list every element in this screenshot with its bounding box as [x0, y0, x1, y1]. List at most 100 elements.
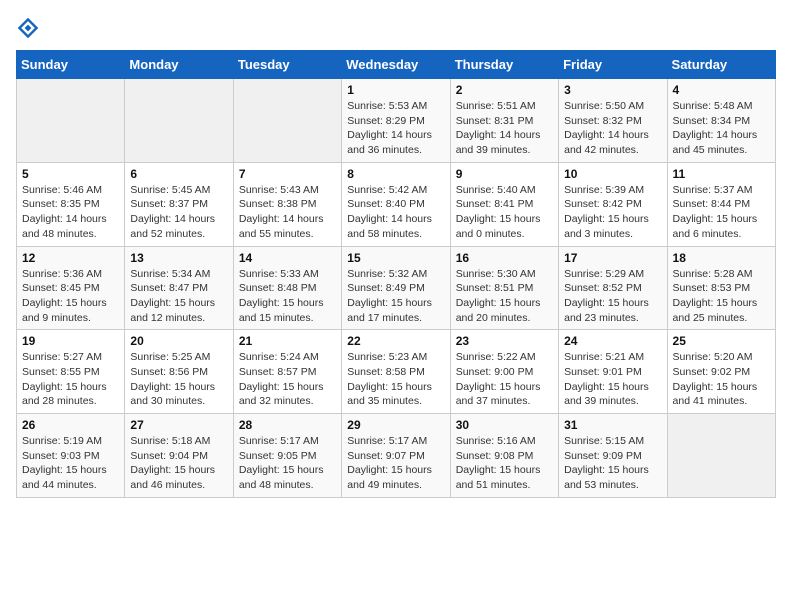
- calendar-day-cell: 12 Sunrise: 5:36 AM Sunset: 8:45 PM Dayli…: [17, 246, 125, 330]
- calendar-week-row: 26 Sunrise: 5:19 AM Sunset: 9:03 PM Dayli…: [17, 414, 776, 498]
- calendar-day-cell: 9 Sunrise: 5:40 AM Sunset: 8:41 PM Daylig…: [450, 162, 558, 246]
- calendar-week-row: 1 Sunrise: 5:53 AM Sunset: 8:29 PM Daylig…: [17, 79, 776, 163]
- calendar-day-cell: 27Sunrise: 5:18 AM Sunset: 9:04 PM Dayli…: [125, 414, 233, 498]
- day-info: Sunrise: 5:28 AM Sunset: 8:53 PM Dayligh…: [673, 267, 770, 326]
- calendar-day-cell: 14 Sunrise: 5:33 AM Sunset: 8:48 PM Dayli…: [233, 246, 341, 330]
- day-number: 2: [456, 83, 553, 97]
- day-number: 26: [22, 418, 119, 432]
- calendar-day-cell: 31Sunrise: 5:15 AM Sunset: 9:09 PM Dayli…: [559, 414, 667, 498]
- day-info: Sunrise: 5:29 AM Sunset: 8:52 PM Dayligh…: [564, 267, 661, 326]
- day-info: Sunrise: 5:30 AM Sunset: 8:51 PM Dayligh…: [456, 267, 553, 326]
- day-info: Sunrise: 5:18 AM Sunset: 9:04 PM Dayligh…: [130, 434, 227, 493]
- weekday-header: Monday: [125, 51, 233, 79]
- day-info: Sunrise: 5:39 AM Sunset: 8:42 PM Dayligh…: [564, 183, 661, 242]
- calendar-day-cell: 13 Sunrise: 5:34 AM Sunset: 8:47 PM Dayli…: [125, 246, 233, 330]
- day-info: Sunrise: 5:53 AM Sunset: 8:29 PM Dayligh…: [347, 99, 444, 158]
- day-number: 10: [564, 167, 661, 181]
- calendar-week-row: 5Sunrise: 5:46 AM Sunset: 8:35 PM Daylig…: [17, 162, 776, 246]
- calendar-day-cell: 18 Sunrise: 5:28 AM Sunset: 8:53 PM Dayli…: [667, 246, 775, 330]
- day-info: Sunrise: 5:21 AM Sunset: 9:01 PM Dayligh…: [564, 350, 661, 409]
- day-number: 7: [239, 167, 336, 181]
- calendar-table: SundayMondayTuesdayWednesdayThursdayFrid…: [16, 50, 776, 498]
- day-info: Sunrise: 5:15 AM Sunset: 9:09 PM Dayligh…: [564, 434, 661, 493]
- day-info: Sunrise: 5:36 AM Sunset: 8:45 PM Dayligh…: [22, 267, 119, 326]
- day-number: 11: [673, 167, 770, 181]
- day-number: 1: [347, 83, 444, 97]
- day-number: 12: [22, 251, 119, 265]
- day-info: Sunrise: 5:17 AM Sunset: 9:05 PM Dayligh…: [239, 434, 336, 493]
- day-info: Sunrise: 5:19 AM Sunset: 9:03 PM Dayligh…: [22, 434, 119, 493]
- day-number: 15: [347, 251, 444, 265]
- calendar-day-cell: 28 Sunrise: 5:17 AM Sunset: 9:05 PM Dayli…: [233, 414, 341, 498]
- day-number: 29: [347, 418, 444, 432]
- calendar-day-cell: 20Sunrise: 5:25 AM Sunset: 8:56 PM Dayli…: [125, 330, 233, 414]
- calendar-day-cell: 30 Sunrise: 5:16 AM Sunset: 9:08 PM Dayli…: [450, 414, 558, 498]
- day-number: 24: [564, 334, 661, 348]
- calendar-day-cell: 23 Sunrise: 5:22 AM Sunset: 9:00 PM Dayli…: [450, 330, 558, 414]
- calendar-day-cell: [17, 79, 125, 163]
- day-info: Sunrise: 5:46 AM Sunset: 8:35 PM Dayligh…: [22, 183, 119, 242]
- weekday-header: Saturday: [667, 51, 775, 79]
- day-info: Sunrise: 5:51 AM Sunset: 8:31 PM Dayligh…: [456, 99, 553, 158]
- day-info: Sunrise: 5:37 AM Sunset: 8:44 PM Dayligh…: [673, 183, 770, 242]
- day-number: 13: [130, 251, 227, 265]
- day-info: Sunrise: 5:17 AM Sunset: 9:07 PM Dayligh…: [347, 434, 444, 493]
- calendar-day-cell: 16Sunrise: 5:30 AM Sunset: 8:51 PM Dayli…: [450, 246, 558, 330]
- calendar-day-cell: 22Sunrise: 5:23 AM Sunset: 8:58 PM Dayli…: [342, 330, 450, 414]
- day-number: 8: [347, 167, 444, 181]
- logo: [16, 16, 44, 40]
- day-info: Sunrise: 5:24 AM Sunset: 8:57 PM Dayligh…: [239, 350, 336, 409]
- calendar-day-cell: 3 Sunrise: 5:50 AM Sunset: 8:32 PM Daylig…: [559, 79, 667, 163]
- calendar-day-cell: 25 Sunrise: 5:20 AM Sunset: 9:02 PM Dayli…: [667, 330, 775, 414]
- day-number: 3: [564, 83, 661, 97]
- day-number: 17: [564, 251, 661, 265]
- calendar-day-cell: 15Sunrise: 5:32 AM Sunset: 8:49 PM Dayli…: [342, 246, 450, 330]
- weekday-header: Sunday: [17, 51, 125, 79]
- day-number: 19: [22, 334, 119, 348]
- day-number: 25: [673, 334, 770, 348]
- day-info: Sunrise: 5:48 AM Sunset: 8:34 PM Dayligh…: [673, 99, 770, 158]
- day-info: Sunrise: 5:50 AM Sunset: 8:32 PM Dayligh…: [564, 99, 661, 158]
- day-info: Sunrise: 5:45 AM Sunset: 8:37 PM Dayligh…: [130, 183, 227, 242]
- day-number: 28: [239, 418, 336, 432]
- calendar-day-cell: 24 Sunrise: 5:21 AM Sunset: 9:01 PM Dayli…: [559, 330, 667, 414]
- day-number: 14: [239, 251, 336, 265]
- calendar-day-cell: 26 Sunrise: 5:19 AM Sunset: 9:03 PM Dayli…: [17, 414, 125, 498]
- calendar-day-cell: [667, 414, 775, 498]
- calendar-day-cell: 2 Sunrise: 5:51 AM Sunset: 8:31 PM Daylig…: [450, 79, 558, 163]
- weekday-header: Friday: [559, 51, 667, 79]
- calendar-day-cell: 19 Sunrise: 5:27 AM Sunset: 8:55 PM Dayli…: [17, 330, 125, 414]
- page-header: [16, 16, 776, 40]
- day-info: Sunrise: 5:22 AM Sunset: 9:00 PM Dayligh…: [456, 350, 553, 409]
- calendar-week-row: 19 Sunrise: 5:27 AM Sunset: 8:55 PM Dayli…: [17, 330, 776, 414]
- calendar-day-cell: 7Sunrise: 5:43 AM Sunset: 8:38 PM Daylig…: [233, 162, 341, 246]
- logo-icon: [16, 16, 40, 40]
- calendar-day-cell: 5Sunrise: 5:46 AM Sunset: 8:35 PM Daylig…: [17, 162, 125, 246]
- day-info: Sunrise: 5:42 AM Sunset: 8:40 PM Dayligh…: [347, 183, 444, 242]
- weekday-header: Wednesday: [342, 51, 450, 79]
- calendar-day-cell: 8 Sunrise: 5:42 AM Sunset: 8:40 PM Daylig…: [342, 162, 450, 246]
- day-number: 18: [673, 251, 770, 265]
- calendar-day-cell: 29 Sunrise: 5:17 AM Sunset: 9:07 PM Dayli…: [342, 414, 450, 498]
- calendar-day-cell: 1 Sunrise: 5:53 AM Sunset: 8:29 PM Daylig…: [342, 79, 450, 163]
- day-info: Sunrise: 5:27 AM Sunset: 8:55 PM Dayligh…: [22, 350, 119, 409]
- day-info: Sunrise: 5:25 AM Sunset: 8:56 PM Dayligh…: [130, 350, 227, 409]
- calendar-header: SundayMondayTuesdayWednesdayThursdayFrid…: [17, 51, 776, 79]
- day-number: 9: [456, 167, 553, 181]
- weekday-header: Thursday: [450, 51, 558, 79]
- day-number: 30: [456, 418, 553, 432]
- day-number: 6: [130, 167, 227, 181]
- day-info: Sunrise: 5:34 AM Sunset: 8:47 PM Dayligh…: [130, 267, 227, 326]
- day-info: Sunrise: 5:40 AM Sunset: 8:41 PM Dayligh…: [456, 183, 553, 242]
- calendar-week-row: 12 Sunrise: 5:36 AM Sunset: 8:45 PM Dayli…: [17, 246, 776, 330]
- day-number: 22: [347, 334, 444, 348]
- calendar-day-cell: 17 Sunrise: 5:29 AM Sunset: 8:52 PM Dayli…: [559, 246, 667, 330]
- day-info: Sunrise: 5:33 AM Sunset: 8:48 PM Dayligh…: [239, 267, 336, 326]
- day-number: 23: [456, 334, 553, 348]
- day-info: Sunrise: 5:16 AM Sunset: 9:08 PM Dayligh…: [456, 434, 553, 493]
- calendar-day-cell: 11 Sunrise: 5:37 AM Sunset: 8:44 PM Dayli…: [667, 162, 775, 246]
- day-info: Sunrise: 5:20 AM Sunset: 9:02 PM Dayligh…: [673, 350, 770, 409]
- day-number: 21: [239, 334, 336, 348]
- calendar-day-cell: 21 Sunrise: 5:24 AM Sunset: 8:57 PM Dayli…: [233, 330, 341, 414]
- calendar-day-cell: [233, 79, 341, 163]
